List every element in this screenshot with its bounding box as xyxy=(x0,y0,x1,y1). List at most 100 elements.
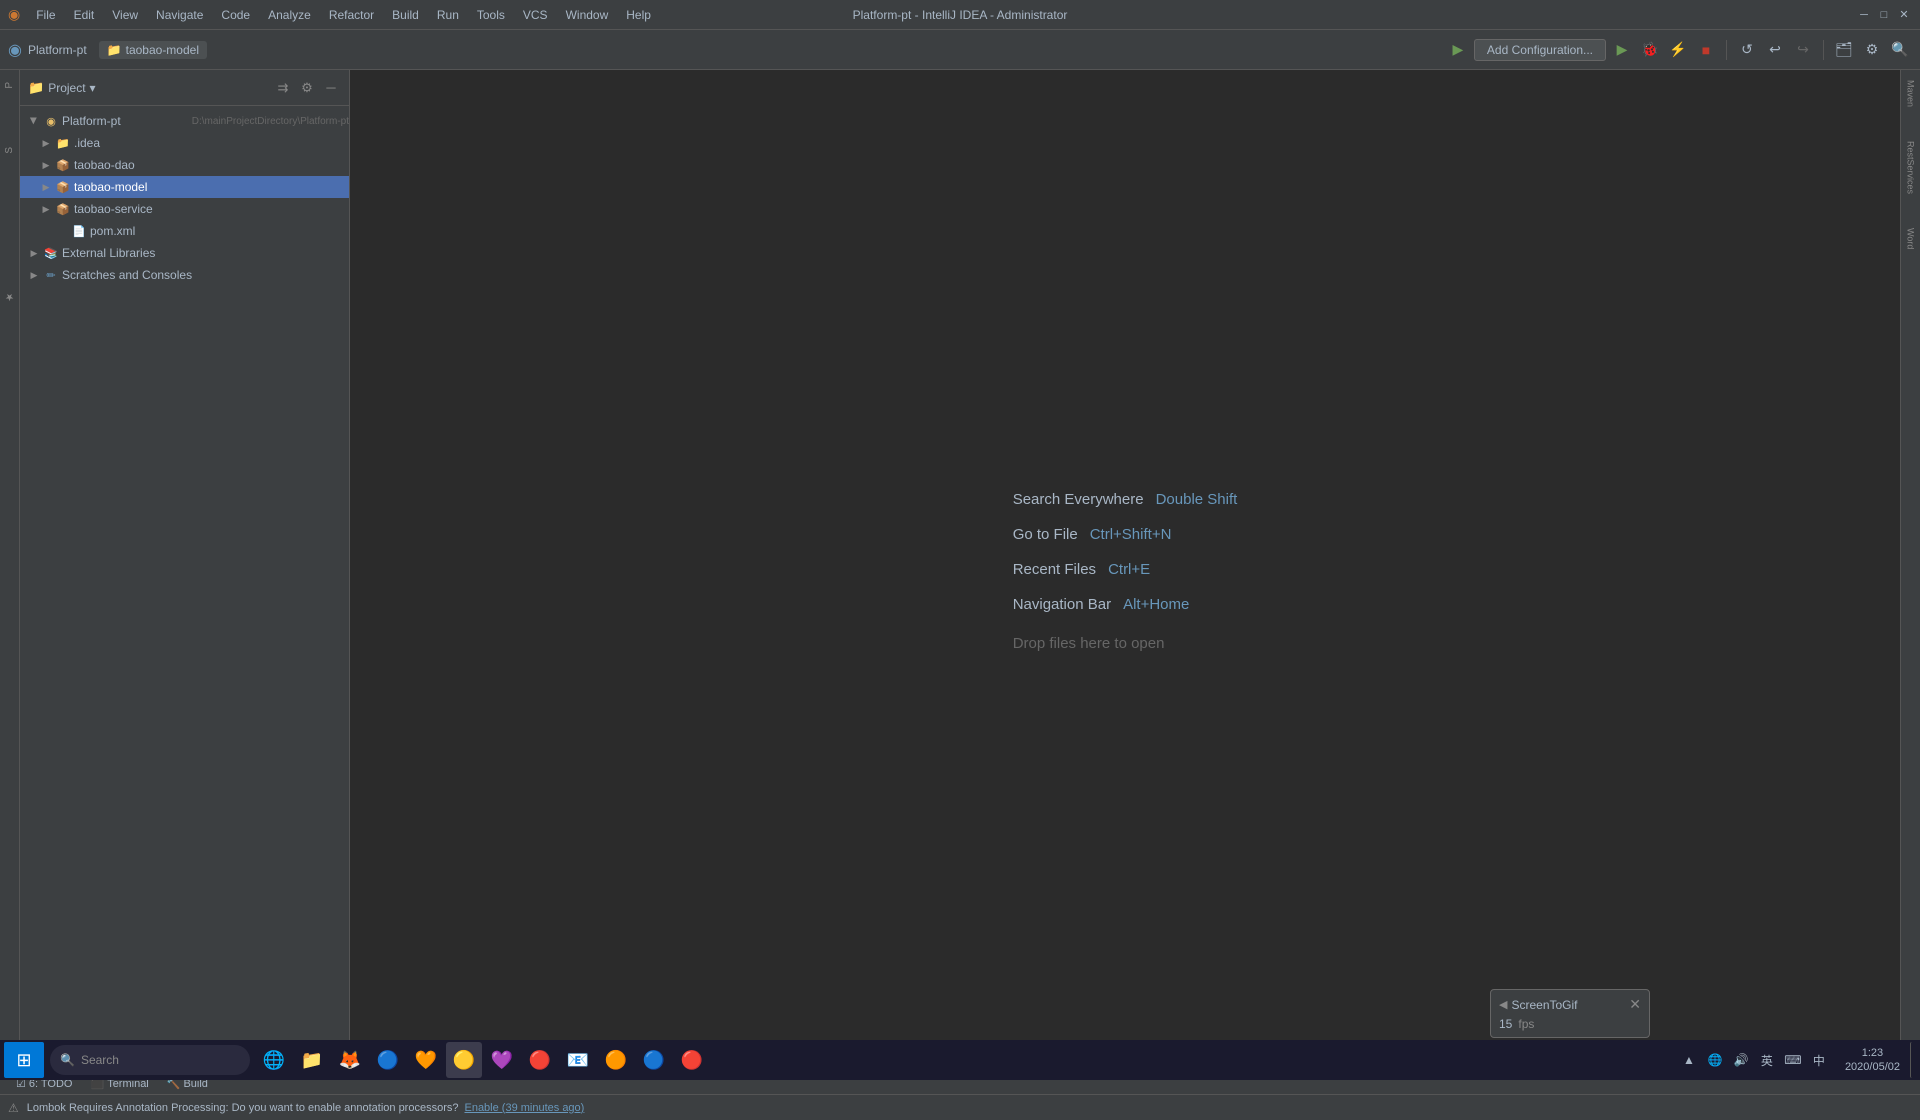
taskbar-app-mail[interactable]: 📧 xyxy=(560,1042,596,1078)
menu-file[interactable]: File xyxy=(28,6,63,24)
project-name-label: Platform-pt xyxy=(28,43,87,57)
tree-label-extlib: External Libraries xyxy=(62,246,349,260)
search-button[interactable]: 🔍 xyxy=(1888,38,1912,62)
gear-icon[interactable]: ⚙ xyxy=(297,78,317,98)
menu-refactor[interactable]: Refactor xyxy=(321,6,382,24)
run-indicator-icon[interactable]: ▶ xyxy=(1446,38,1470,62)
taskbar-app-firefox[interactable]: 🦊 xyxy=(332,1042,368,1078)
menu-build[interactable]: Build xyxy=(384,6,427,24)
maven-tab[interactable]: Maven xyxy=(1902,74,1920,113)
clock-date: 2020/05/02 xyxy=(1845,1060,1900,1074)
recent-files-shortcut[interactable]: Ctrl+E xyxy=(1108,561,1150,578)
arrow-root-icon: ▶ xyxy=(28,115,40,127)
screentogif-close-button[interactable]: ✕ xyxy=(1629,996,1641,1013)
taskbar-app-app12[interactable]: 🔴 xyxy=(674,1042,710,1078)
project-icon: ◉ xyxy=(43,113,59,129)
taskbar-app-app10[interactable]: 🟠 xyxy=(598,1042,634,1078)
rest-services-tab[interactable]: RestServices xyxy=(1902,135,1920,200)
add-configuration-button[interactable]: Add Configuration... xyxy=(1474,39,1606,61)
menu-view[interactable]: View xyxy=(104,6,146,24)
recent-files-label: Recent Files xyxy=(1013,561,1096,578)
screentogif-title: ScreenToGif xyxy=(1511,998,1577,1012)
tree-label-model: taobao-model xyxy=(74,180,349,194)
menu-help[interactable]: Help xyxy=(618,6,659,24)
navbar-shortcut[interactable]: Alt+Home xyxy=(1123,596,1189,613)
goto-file-label: Go to File xyxy=(1013,526,1078,543)
left-panel-icons: P S ★ xyxy=(0,70,20,1072)
tree-item-taobao-dao[interactable]: ▶ 📦 taobao-dao xyxy=(20,154,349,176)
taskbar-systray: ▲ 🌐 🔊 英 ⌨ 中 xyxy=(1673,1048,1835,1072)
close-button[interactable]: ✕ xyxy=(1896,7,1912,23)
taskbar-app-ie[interactable]: 🌐 xyxy=(256,1042,292,1078)
module-model-icon: 📦 xyxy=(55,179,71,195)
menu-tools[interactable]: Tools xyxy=(469,6,513,24)
systray-lang-icon[interactable]: 英 xyxy=(1755,1048,1779,1072)
tree-item-taobao-model[interactable]: ▶ 📦 taobao-model xyxy=(20,176,349,198)
main-content: P S ★ 📁 Project ▾ ⇉ ⚙ ─ ▶ xyxy=(0,70,1920,1072)
tree-path-root: D:\mainProjectDirectory\Platform-pt xyxy=(192,116,349,127)
menu-analyze[interactable]: Analyze xyxy=(260,6,319,24)
minimize-button[interactable]: ─ xyxy=(1856,7,1872,23)
project-tree: ▶ ◉ Platform-pt D:\mainProjectDirectory\… xyxy=(20,106,349,1072)
separator xyxy=(1726,40,1727,60)
search-everywhere-shortcut[interactable]: Double Shift xyxy=(1156,491,1238,508)
tree-item-scratches[interactable]: ▶ ✏ Scratches and Consoles xyxy=(20,264,349,286)
menu-window[interactable]: Window xyxy=(558,6,617,24)
systray-keyboard-icon[interactable]: ⌨ xyxy=(1781,1048,1805,1072)
taskbar-search[interactable]: 🔍 Search xyxy=(50,1045,250,1075)
taskbar-app-chrome[interactable]: 🔵 xyxy=(370,1042,406,1078)
systray-network-icon[interactable]: 🌐 xyxy=(1703,1048,1727,1072)
systray-sound-icon[interactable]: 🔊 xyxy=(1729,1048,1753,1072)
tree-item-pom[interactable]: ▶ 📄 pom.xml xyxy=(20,220,349,242)
systray-ime-icon[interactable]: 中 xyxy=(1807,1048,1831,1072)
menu-run[interactable]: Run xyxy=(429,6,467,24)
folder-icon: 📁 xyxy=(107,43,122,57)
fav-tab-icon[interactable]: ★ xyxy=(2,283,17,310)
project-dropdown[interactable]: 📁 Project ▾ xyxy=(28,80,96,96)
stop-button[interactable]: ■ xyxy=(1694,38,1718,62)
structure-tab-icon[interactable]: S xyxy=(2,139,17,162)
maximize-button[interactable]: □ xyxy=(1876,7,1892,23)
word-tab[interactable]: Word xyxy=(1902,222,1920,255)
sync-button[interactable]: ↺ xyxy=(1735,38,1759,62)
goto-file-shortcut[interactable]: Ctrl+Shift+N xyxy=(1090,526,1172,543)
screentogif-fps-row: 15 fps xyxy=(1499,1017,1641,1031)
minimize-sidebar-button[interactable]: ─ xyxy=(321,78,341,98)
taskbar-app-explorer[interactable]: 📁 xyxy=(294,1042,330,1078)
undo-button[interactable]: ↩ xyxy=(1763,38,1787,62)
run-with-coverage-button[interactable]: ⚡ xyxy=(1666,38,1690,62)
sidebar-header: 📁 Project ▾ ⇉ ⚙ ─ xyxy=(20,70,349,106)
screentogif-back-button[interactable]: ◀ xyxy=(1499,998,1507,1011)
menu-navigate[interactable]: Navigate xyxy=(148,6,211,24)
settings-button[interactable]: ⚙ xyxy=(1860,38,1884,62)
menu-edit[interactable]: Edit xyxy=(66,6,103,24)
taskbar-clock[interactable]: 1:23 2020/05/02 xyxy=(1837,1046,1908,1075)
taskbar-app-idea[interactable]: 🟡 xyxy=(446,1042,482,1078)
start-button[interactable]: ⊞ xyxy=(4,1042,44,1078)
notification-enable-link[interactable]: Enable (39 minutes ago) xyxy=(464,1102,584,1114)
tree-item-taobao-service[interactable]: ▶ 📦 taobao-service xyxy=(20,198,349,220)
module-service-icon: 📦 xyxy=(55,201,71,217)
systray-arrow-icon[interactable]: ▲ xyxy=(1677,1048,1701,1072)
show-desktop-button[interactable] xyxy=(1910,1042,1916,1078)
tree-item-external-libraries[interactable]: ▶ 📚 External Libraries xyxy=(20,242,349,264)
run-button[interactable]: ▶ xyxy=(1610,38,1634,62)
taskbar-app-app8[interactable]: 🔴 xyxy=(522,1042,558,1078)
tree-item-root[interactable]: ▶ ◉ Platform-pt D:\mainProjectDirectory\… xyxy=(20,110,349,132)
tree-item-idea[interactable]: ▶ 📁 .idea xyxy=(20,132,349,154)
redo-button[interactable]: ↪ xyxy=(1791,38,1815,62)
taskbar-app-app5[interactable]: 🧡 xyxy=(408,1042,444,1078)
file-tab-taobao-model[interactable]: 📁 taobao-model xyxy=(99,41,207,59)
arrow-idea-icon: ▶ xyxy=(40,137,52,149)
menu-vcs[interactable]: VCS xyxy=(515,6,556,24)
separator2 xyxy=(1823,40,1824,60)
taskbar-app-app7[interactable]: 💜 xyxy=(484,1042,520,1078)
debug-button[interactable]: 🐞 xyxy=(1638,38,1662,62)
editor-area: Search Everywhere Double Shift Go to Fil… xyxy=(350,70,1900,1072)
collapse-all-button[interactable]: ⇉ xyxy=(273,78,293,98)
menu-code[interactable]: Code xyxy=(213,6,258,24)
project-tab-icon[interactable]: P xyxy=(2,74,17,97)
taskbar-app-app11[interactable]: 🔵 xyxy=(636,1042,672,1078)
clock-time: 1:23 xyxy=(1862,1046,1883,1060)
project-structure-button[interactable]: 🗂 xyxy=(1832,38,1856,62)
